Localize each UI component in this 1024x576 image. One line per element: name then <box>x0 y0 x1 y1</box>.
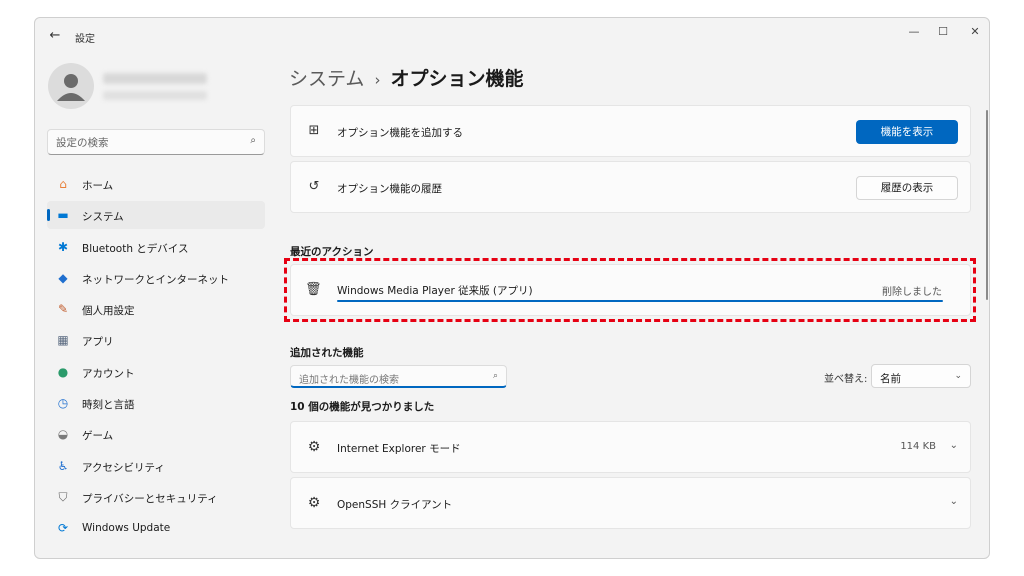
sidebar-item-label: 時刻と言語 <box>82 399 135 412</box>
sidebar-item[interactable]: ⌂ ホーム <box>47 170 265 198</box>
close-icon[interactable]: ✕ <box>960 22 989 42</box>
clock-globe-icon: ◷ <box>57 396 69 411</box>
windows-update-icon: ⟳ <box>57 521 69 536</box>
search-icon[interactable]: ⌕ <box>493 371 498 381</box>
added-features-title: 追加された機能 <box>290 347 364 359</box>
user-name-blurred <box>103 73 207 84</box>
settings-search-box[interactable]: 設定の検索 ⌕ <box>47 129 265 155</box>
feature-name: OpenSSH クライアント <box>337 499 453 511</box>
bluetooth-icon: ✱ <box>57 239 69 254</box>
view-history-button[interactable]: 履歴の表示 <box>856 176 958 200</box>
user-email-blurred <box>103 91 207 100</box>
chevron-down-icon[interactable]: ⌄ <box>950 440 958 451</box>
sort-label: 並べ替え: <box>824 374 868 385</box>
avatar[interactable] <box>48 63 94 109</box>
selected-indicator <box>47 209 50 222</box>
feature-item[interactable]: ⚙ OpenSSH クライアント ⌄ <box>290 477 971 529</box>
red-dashed-highlight <box>284 258 976 322</box>
sidebar-item-label: 個人用設定 <box>82 305 135 318</box>
maximize-icon[interactable]: ☐ <box>928 22 958 42</box>
sidebar-item[interactable]: ● アカウント <box>47 358 265 386</box>
sidebar-item-label: ホーム <box>82 180 114 192</box>
brush-icon: ✎ <box>57 302 69 317</box>
sidebar-item-label: ネットワークとインターネット <box>82 273 229 286</box>
sidebar-item-label: アクセシビリティ <box>82 461 165 474</box>
sort-dropdown[interactable]: 名前 ⌄ <box>871 364 971 388</box>
account-icon: ● <box>57 364 69 379</box>
shield-icon: ⛉ <box>58 489 68 504</box>
sidebar-nav: ⌂ ホーム ▬ システム ✱ Bluetooth とデバイス ◆ ネットワークとインターネット… <box>47 170 265 546</box>
settings-search-input[interactable]: 設定の検索 <box>56 135 109 150</box>
gamepad-icon: ◒ <box>57 427 69 442</box>
add-feature-card: ⊞ オプション機能を追加する 機能を表示 <box>290 105 971 157</box>
sidebar-item[interactable]: ⛉ プライバシーとセキュリティ <box>47 483 265 511</box>
chevron-down-icon: ⌄ <box>954 371 962 381</box>
recent-actions-title: 最近のアクション <box>290 246 374 258</box>
app-title: 設定 <box>75 34 95 45</box>
home-icon: ⌂ <box>59 177 67 191</box>
breadcrumb: システム › オプション機能 <box>289 64 523 91</box>
back-arrow-icon[interactable]: ← <box>45 27 65 45</box>
sidebar-item-label: Windows Update <box>82 522 171 535</box>
sidebar-item-label: Bluetooth とデバイス <box>82 242 189 255</box>
title-bar: ← 設定 — ☐ ✕ <box>35 18 989 54</box>
settings-window: ← 設定 — ☐ ✕ 設定の検索 ⌕ ⌂ ホーム ▬ システム ✱ Bluetooth と… <box>34 17 990 559</box>
puzzle-gear-icon: ⚙ <box>307 439 321 455</box>
page-title: オプション機能 <box>390 68 524 90</box>
sidebar-item[interactable]: ◷ 時刻と言語 <box>47 389 265 417</box>
sidebar-item-label: ゲーム <box>82 430 114 443</box>
user-avatar-icon <box>57 74 85 101</box>
sidebar-item[interactable]: ▬ システム <box>47 201 265 230</box>
sidebar-item[interactable]: ✎ 個人用設定 <box>47 295 265 323</box>
sidebar-item-label: アプリ <box>82 336 114 349</box>
feature-name: Internet Explorer モード <box>337 443 461 455</box>
sidebar-item[interactable]: ♿ アクセシビリティ <box>47 452 265 480</box>
sidebar-item[interactable]: ◒ ゲーム <box>47 420 265 448</box>
add-feature-icon: ⊞ <box>308 123 320 138</box>
feature-size: 114 KB <box>900 441 936 452</box>
sidebar-item[interactable]: ▦ アプリ <box>47 326 265 354</box>
sidebar-item[interactable]: ⟳ Windows Update <box>47 514 265 542</box>
breadcrumb-parent[interactable]: システム <box>289 68 364 90</box>
sidebar-item-label: アカウント <box>82 367 135 380</box>
apps-icon: ▦ <box>57 333 69 348</box>
sidebar-item[interactable]: ✱ Bluetooth とデバイス <box>47 233 265 261</box>
added-features-search-box[interactable]: 追加された機能の検索 ⌕ <box>290 365 507 388</box>
add-feature-label: オプション機能を追加する <box>337 127 463 139</box>
chevron-down-icon[interactable]: ⌄ <box>950 496 958 507</box>
features-found-count: 10 個の機能が見つかりました <box>290 401 435 413</box>
puzzle-gear-icon: ⚙ <box>307 495 321 511</box>
wifi-icon: ◆ <box>58 270 68 285</box>
sidebar-item[interactable]: ◆ ネットワークとインターネット <box>47 264 265 292</box>
feature-history-label: オプション機能の履歴 <box>337 183 442 195</box>
sort-value: 名前 <box>880 373 901 385</box>
search-icon[interactable]: ⌕ <box>250 135 256 146</box>
breadcrumb-separator: › <box>374 71 381 89</box>
system-icon: ▬ <box>57 208 69 223</box>
sidebar-item-label: プライバシーとセキュリティ <box>82 492 218 505</box>
scrollbar[interactable] <box>986 110 988 300</box>
added-features-search-input[interactable]: 追加された機能の検索 <box>299 371 399 386</box>
history-icon: ↺ <box>308 179 320 194</box>
sidebar-item-label: システム <box>82 211 124 224</box>
feature-history-card: ↺ オプション機能の履歴 履歴の表示 <box>290 161 971 213</box>
feature-item[interactable]: ⚙ Internet Explorer モード 114 KB ⌄ <box>290 421 971 473</box>
accessibility-icon: ♿ <box>57 458 69 473</box>
minimize-icon[interactable]: — <box>899 22 929 42</box>
view-features-button[interactable]: 機能を表示 <box>856 120 958 144</box>
